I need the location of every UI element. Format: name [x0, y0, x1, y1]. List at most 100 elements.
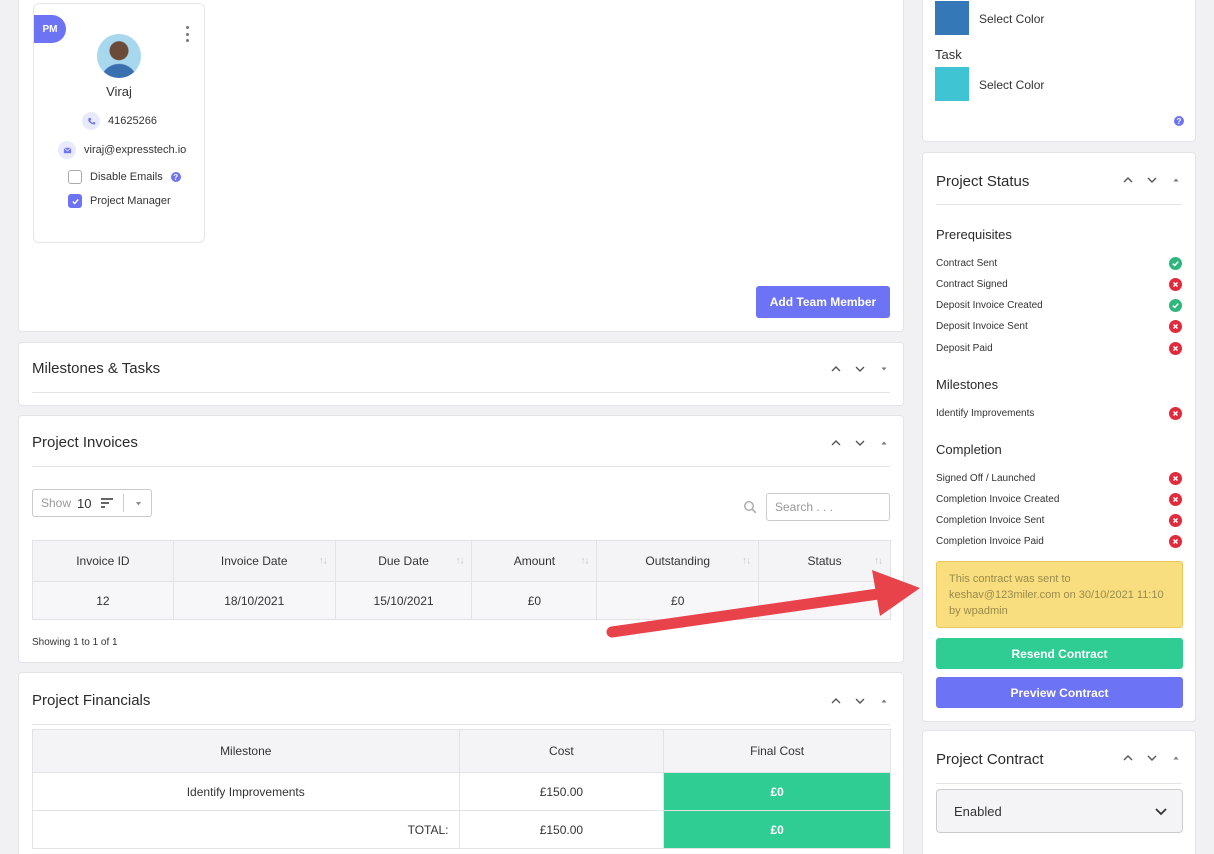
chevron-up-icon[interactable] — [1121, 173, 1135, 187]
chevron-down-icon — [1155, 808, 1167, 816]
dropdown-caret-icon — [135, 502, 142, 506]
cell-milestone: Identify Improvements — [32, 772, 460, 811]
caret-up-icon[interactable] — [1169, 173, 1183, 187]
member-email: viraj@expresstech.io — [58, 141, 186, 159]
financials-table: Milestone Cost Final Cost Identify Impro… — [32, 729, 891, 849]
x-circle-icon — [1169, 535, 1182, 549]
table-row[interactable]: 12 18/10/2021 15/10/2021 £0 £0 — [32, 581, 891, 620]
search-input[interactable]: Search . . . — [766, 493, 890, 521]
cell-invoice-date: 18/10/2021 — [172, 581, 336, 620]
milestones-card: Milestones & Tasks — [18, 342, 904, 406]
project-manager-row: Project Manager — [68, 194, 171, 208]
x-circle-icon — [1169, 492, 1182, 506]
color-swatch-1[interactable] — [935, 1, 969, 35]
disable-emails-label: Disable Emails — [90, 171, 163, 183]
col-status[interactable]: Status ↑↓ — [758, 540, 891, 582]
chevron-down-icon[interactable] — [853, 436, 867, 450]
project-manager-label: Project Manager — [90, 195, 171, 207]
x-circle-icon — [1169, 277, 1182, 291]
cell-due-date: 15/10/2021 — [334, 581, 473, 620]
status-row: Identify Improvements — [936, 403, 1182, 423]
chevron-up-icon[interactable] — [1121, 751, 1135, 765]
invoices-title: Project Invoices — [32, 434, 138, 451]
project-manager-checkbox[interactable] — [68, 194, 82, 208]
x-circle-icon — [1169, 320, 1182, 334]
project-status-card: Project Status Prerequisites Milestones … — [922, 152, 1196, 722]
caret-up-icon[interactable] — [877, 694, 891, 708]
caret-up-icon[interactable] — [1169, 751, 1183, 765]
add-team-member-button[interactable]: Add Team Member — [756, 286, 890, 318]
status-label: Contract Sent — [936, 257, 998, 269]
chevron-up-icon[interactable] — [829, 362, 843, 376]
pm-badge: PM — [34, 15, 66, 43]
sort-icon: ↑↓ — [455, 555, 464, 567]
preview-contract-button[interactable]: Preview Contract — [936, 677, 1183, 708]
cell-total-cost: £150.00 — [458, 810, 665, 849]
invoices-header-row: Invoice ID Invoice Date ↑↓ Due Date ↑↓ Amo… — [32, 540, 891, 582]
status-label: Completion Invoice Paid — [936, 536, 1044, 548]
disable-emails-checkbox[interactable] — [68, 170, 82, 184]
col-invoice-date[interactable]: Invoice Date ↑↓ — [172, 540, 336, 582]
status-label: Signed Off / Launched — [936, 472, 1036, 484]
status-label: Deposit Paid — [936, 342, 993, 354]
chevron-up-icon[interactable] — [829, 694, 843, 708]
total-row: TOTAL: £150.00 £0 — [32, 810, 891, 849]
project-status-title: Project Status — [936, 173, 1030, 190]
completion-heading: Completion — [936, 442, 1002, 457]
status-label: Completion Invoice Sent — [936, 515, 1045, 527]
caret-down-icon[interactable] — [877, 362, 891, 376]
caret-up-icon[interactable] — [877, 436, 891, 450]
show-label: Show — [41, 496, 72, 510]
chevron-down-icon[interactable] — [1145, 173, 1159, 187]
sort-icon: ↑↓ — [318, 555, 328, 567]
chevron-down-icon[interactable] — [1145, 751, 1159, 765]
status-row: Deposit Invoice Created — [936, 296, 1182, 316]
project-contract-card: Project Contract Enabled — [922, 730, 1196, 854]
col-amount[interactable]: Amount ↑↓ — [471, 540, 598, 582]
cell-status — [758, 581, 891, 620]
contract-select[interactable]: Enabled — [936, 789, 1183, 833]
member-phone: 41625266 — [82, 112, 157, 130]
chevron-down-icon[interactable] — [853, 362, 867, 376]
help-icon[interactable]: ? — [170, 172, 181, 182]
resend-contract-button[interactable]: Resend Contract — [936, 638, 1183, 669]
cell-invoice-id: 12 — [32, 581, 174, 620]
invoices-table: Invoice ID Invoice Date ↑↓ Due Date ↑↓ Amo… — [32, 540, 891, 620]
milestones-heading: Milestones — [936, 377, 999, 392]
colors-card: Select Color Task Select Color ? — [922, 0, 1196, 142]
page-length-select[interactable]: Show 10 — [32, 489, 152, 517]
col-outstanding[interactable]: Outstanding ↑↓ — [596, 540, 760, 582]
status-row: Contract Sent — [936, 253, 1182, 273]
status-row: Deposit Invoice Sent — [936, 317, 1182, 337]
status-label: Completion Invoice Created — [936, 493, 1060, 505]
status-row: Completion Invoice Created — [936, 489, 1182, 509]
x-circle-icon — [1169, 514, 1182, 528]
show-value: 10 — [77, 495, 92, 511]
col-final-cost: Final Cost — [663, 729, 891, 773]
contract-select-value: Enabled — [954, 803, 1002, 819]
select-color-label-1[interactable]: Select Color — [979, 12, 1044, 26]
help-icon[interactable]: ? — [1174, 116, 1184, 126]
sort-icon: ↑↓ — [742, 555, 751, 567]
x-circle-icon — [1169, 471, 1182, 485]
chevron-up-icon[interactable] — [829, 436, 843, 450]
col-invoice-id[interactable]: Invoice ID — [32, 540, 174, 582]
color-swatch-2[interactable] — [935, 67, 969, 101]
select-color-label-2[interactable]: Select Color — [979, 78, 1044, 92]
cell-final-cost: £0 — [663, 772, 891, 811]
sort-icon: ↑↓ — [580, 555, 589, 567]
prerequisites-heading: Prerequisites — [936, 227, 1012, 242]
phone-icon — [82, 112, 100, 130]
col-due-date[interactable]: Due Date ↑↓ — [334, 540, 473, 582]
kebab-menu-icon[interactable] — [184, 26, 190, 42]
chevron-down-icon[interactable] — [853, 694, 867, 708]
team-card: PM Viraj 41625266 viraj@expresstech.io D… — [18, 0, 904, 332]
cell-amount: £0 — [471, 581, 598, 620]
status-label: Contract Signed — [936, 278, 1008, 290]
table-row: Identify Improvements £150.00 £0 — [32, 772, 891, 811]
status-row: Signed Off / Launched — [936, 468, 1182, 488]
project-contract-title: Project Contract — [936, 751, 1044, 768]
invoices-controls — [829, 436, 891, 450]
milestones-controls — [829, 362, 891, 376]
check-circle-icon — [1169, 256, 1182, 270]
